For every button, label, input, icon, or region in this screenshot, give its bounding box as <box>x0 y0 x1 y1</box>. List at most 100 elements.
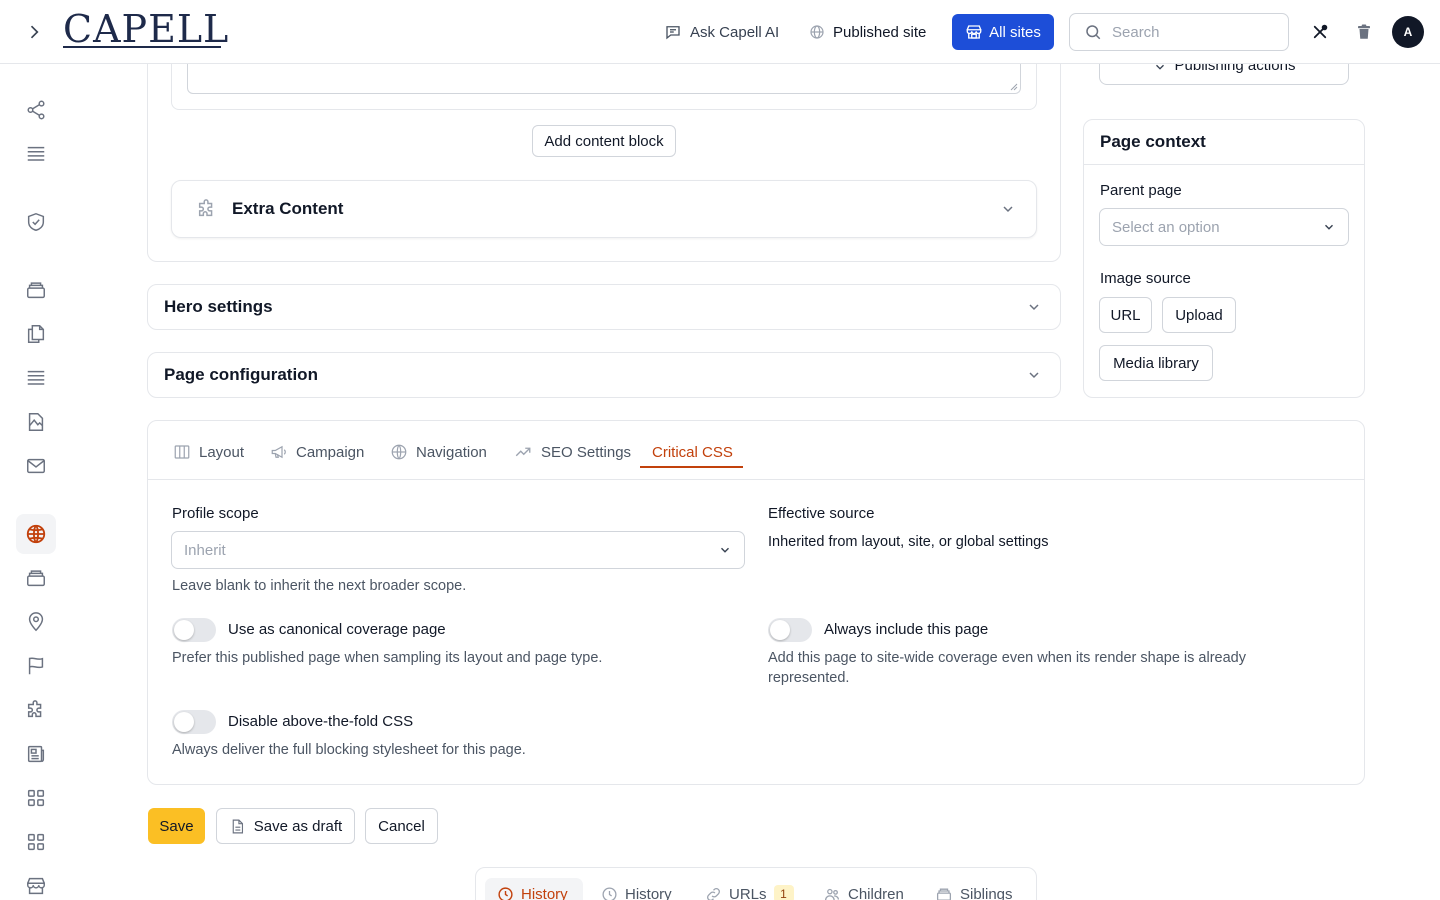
image-source-media-library-button[interactable]: Media library <box>1099 345 1213 381</box>
add-content-block-label: Add content block <box>544 132 664 150</box>
save-as-draft-label: Save as draft <box>253 817 343 835</box>
effective-source-value: Inherited from layout, site, or global s… <box>768 534 1049 550</box>
bottom-tab-children-label: Children <box>848 885 904 900</box>
image-source-url-button[interactable]: URL <box>1099 297 1152 333</box>
list-icon[interactable] <box>22 364 50 392</box>
bottom-tab-children[interactable]: Children <box>823 878 904 900</box>
disable-fold-css-toggle[interactable] <box>172 710 216 734</box>
share-icon[interactable] <box>22 96 50 124</box>
extra-content-title: Extra Content <box>232 199 344 218</box>
top-bar: CAPELL Ask Capell AI Published site All … <box>0 0 1440 64</box>
chevron-down-icon <box>1003 206 1013 213</box>
avatar[interactable]: A <box>1392 16 1424 48</box>
content-textarea[interactable] <box>187 64 1021 94</box>
chevron-down-icon <box>721 547 729 553</box>
published-site-label: Published site <box>833 23 927 41</box>
tab-seo-settings[interactable]: SEO Settings <box>513 436 631 468</box>
bottom-tab-urls[interactable]: URLs 1 <box>705 878 794 900</box>
media-library-option-label: Media library <box>1113 354 1199 372</box>
active-tab-indicator <box>640 466 743 468</box>
profile-scope-label: Profile scope <box>172 505 259 522</box>
puzzle-icon <box>198 199 213 217</box>
globe-icon[interactable] <box>16 514 56 554</box>
newspaper-icon[interactable] <box>22 740 50 768</box>
bottom-tab-history[interactable]: History <box>601 878 672 900</box>
chevron-down-icon <box>1029 304 1039 311</box>
tab-critical-css[interactable]: Critical CSS <box>652 436 733 468</box>
urls-count-badge: 1 <box>773 885 794 900</box>
search-input[interactable] <box>1112 23 1272 41</box>
trending-up-icon <box>515 447 531 457</box>
logo-underline <box>63 46 221 48</box>
ask-ai-button[interactable]: Ask Capell AI <box>664 20 779 44</box>
tab-navigation-label: Navigation <box>416 443 487 461</box>
flag-icon[interactable] <box>22 652 50 680</box>
page-context-title: Page context <box>1100 132 1206 151</box>
disable-fold-css-help: Always deliver the full blocking stylesh… <box>172 742 526 758</box>
clock-icon <box>498 886 513 900</box>
image-source-label: Image source <box>1100 270 1191 287</box>
layers-icon[interactable] <box>22 564 50 592</box>
canonical-coverage-help: Prefer this published page when sampling… <box>172 650 603 666</box>
parent-page-placeholder: Select an option <box>1112 218 1220 236</box>
chevron-right-icon <box>30 25 39 39</box>
save-as-draft-button[interactable]: Save as draft <box>216 808 355 844</box>
tools-icon <box>1313 24 1328 39</box>
cancel-button[interactable]: Cancel <box>365 808 438 844</box>
parent-page-select[interactable]: Select an option <box>1099 208 1349 246</box>
tab-navigation[interactable]: Navigation <box>390 436 487 468</box>
search-icon <box>1086 25 1101 40</box>
profile-scope-help: Leave blank to inherit the next broader … <box>172 578 467 594</box>
tab-seo-settings-label: SEO Settings <box>541 443 632 461</box>
tab-critical-css-label: Critical CSS <box>652 443 733 461</box>
trash-icon <box>1358 24 1370 39</box>
mail-icon[interactable] <box>22 452 50 480</box>
layers-icon[interactable] <box>22 276 50 304</box>
extra-content-header[interactable]: Extra Content <box>196 196 1016 222</box>
globe-icon <box>810 25 824 39</box>
published-site-button[interactable]: Published site <box>809 20 926 44</box>
list-icon[interactable] <box>22 140 50 168</box>
canonical-coverage-toggle[interactable] <box>172 618 216 642</box>
tab-layout[interactable]: Layout <box>173 436 244 468</box>
grid-icon[interactable] <box>22 828 50 856</box>
always-include-toggle[interactable] <box>768 618 812 642</box>
delete-button[interactable] <box>1352 20 1376 44</box>
bottom-tab-history-label: History <box>521 885 568 900</box>
copy-icon[interactable] <box>22 320 50 348</box>
hero-settings-title: Hero settings <box>164 297 273 316</box>
grid-icon[interactable] <box>22 784 50 812</box>
hero-settings-header[interactable]: Hero settings <box>164 294 1042 320</box>
bottom-tab-siblings-label: Siblings <box>960 885 1013 900</box>
disable-fold-css-label: Disable above-the-fold CSS <box>228 713 414 730</box>
bottom-tab-history-active[interactable]: History <box>485 878 583 900</box>
all-sites-button[interactable]: All sites <box>952 14 1054 50</box>
store-icon[interactable] <box>22 872 50 900</box>
sidebar-toggle-button[interactable] <box>22 20 46 44</box>
bottom-tab-urls-label: URLs <box>729 885 767 900</box>
globe-icon <box>391 444 407 460</box>
file-image-icon[interactable] <box>22 408 50 436</box>
puzzle-icon[interactable] <box>22 696 50 724</box>
link-icon <box>707 887 720 900</box>
search-box <box>1069 13 1289 51</box>
ask-ai-label: Ask Capell AI <box>690 23 780 41</box>
bottom-tab-history-2-label: History <box>625 885 672 900</box>
shield-check-icon[interactable] <box>22 208 50 236</box>
layers-icon <box>936 888 952 900</box>
cancel-label: Cancel <box>378 817 425 835</box>
tools-button[interactable] <box>1308 20 1332 44</box>
bottom-tab-siblings[interactable]: Siblings <box>935 878 1013 900</box>
tab-campaign[interactable]: Campaign <box>270 436 364 468</box>
all-sites-label: All sites <box>989 23 1041 41</box>
always-include-label: Always include this page <box>824 621 989 638</box>
profile-scope-select[interactable]: Inherit <box>171 531 745 569</box>
logo[interactable]: CAPELL <box>63 10 229 48</box>
image-source-upload-button[interactable]: Upload <box>1162 297 1236 333</box>
page-configuration-title: Page configuration <box>164 365 318 384</box>
settings-tabs-card <box>147 420 1365 785</box>
save-button[interactable]: Save <box>148 808 205 844</box>
add-content-block-button[interactable]: Add content block <box>532 125 676 157</box>
page-configuration-header[interactable]: Page configuration <box>164 362 1042 388</box>
map-pin-icon[interactable] <box>22 608 50 636</box>
